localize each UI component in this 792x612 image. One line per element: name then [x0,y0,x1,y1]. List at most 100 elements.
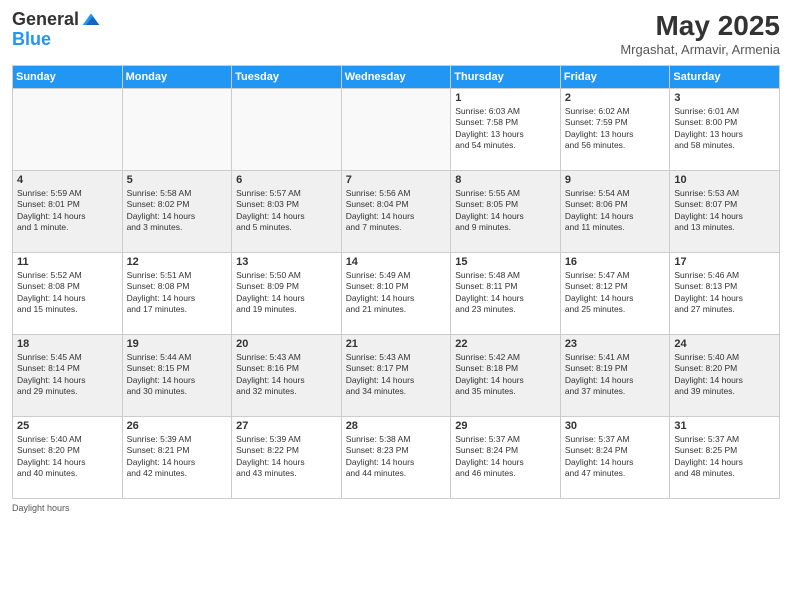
day-number: 25 [17,420,118,432]
day-info: Sunrise: 5:44 AMSunset: 8:15 PMDaylight:… [127,352,228,398]
day-number: 11 [17,256,118,268]
table-row: 14Sunrise: 5:49 AMSunset: 8:10 PMDayligh… [341,253,451,335]
table-row: 26 Sunrise: 5:39 AMSunset: 8:21 PMDayligh… [122,417,232,499]
table-row: 5Sunrise: 5:58 AMSunset: 8:02 PMDaylight… [122,171,232,253]
table-row: 17 Sunrise: 5:46 AMSunset: 8:13 PMDayligh… [670,253,780,335]
day-info: Sunrise: 6:03 AMSunset: 7:58 PMDaylight:… [455,106,556,152]
day-number: 12 [127,256,228,268]
table-row: 20 Sunrise: 5:43 AMSunset: 8:16 PMDayligh… [232,335,342,417]
day-info: Sunrise: 5:43 AMSunset: 8:16 PMDaylight:… [236,352,337,398]
day-number: 21 [346,338,447,350]
day-number: 19 [127,338,228,350]
table-row: 19 Sunrise: 5:44 AMSunset: 8:15 PMDayligh… [122,335,232,417]
day-info: Sunrise: 5:45 AMSunset: 8:14 PMDaylight:… [17,352,118,398]
table-row [122,89,232,171]
table-row: 1Sunrise: 6:03 AMSunset: 7:58 PMDaylight… [451,89,561,171]
footer: Daylight hours [12,503,780,513]
day-info: Sunrise: 5:38 AMSunset: 8:23 PMDaylight:… [346,434,447,480]
header-friday: Friday [560,66,670,89]
table-row: 28 Sunrise: 5:38 AMSunset: 8:23 PMDayligh… [341,417,451,499]
day-info: Sunrise: 5:55 AMSunset: 8:05 PMDaylight:… [455,188,556,234]
header-wednesday: Wednesday [341,66,451,89]
calendar-table: Sunday Monday Tuesday Wednesday Thursday… [12,65,780,499]
table-row: 25 Sunrise: 5:40 AMSunset: 8:20 PMDayligh… [13,417,123,499]
day-number: 20 [236,338,337,350]
day-number: 10 [674,174,775,186]
days-header-row: Sunday Monday Tuesday Wednesday Thursday… [13,66,780,89]
day-info: Sunrise: 5:40 AMSunset: 8:20 PMDaylight:… [17,434,118,480]
table-row: 3 Sunrise: 6:01 AMSunset: 8:00 PMDaylight… [670,89,780,171]
header-tuesday: Tuesday [232,66,342,89]
day-number: 13 [236,256,337,268]
day-number: 26 [127,420,228,432]
header-thursday: Thursday [451,66,561,89]
calendar-week-row: 1Sunrise: 6:03 AMSunset: 7:58 PMDaylight… [13,89,780,171]
day-info: Sunrise: 5:37 AMSunset: 8:24 PMDaylight:… [455,434,556,480]
day-number: 5 [127,174,228,186]
day-info: Sunrise: 5:47 AMSunset: 8:12 PMDaylight:… [565,270,666,316]
day-info: Sunrise: 5:42 AMSunset: 8:18 PMDaylight:… [455,352,556,398]
day-info: Sunrise: 5:37 AMSunset: 8:24 PMDaylight:… [565,434,666,480]
table-row: 30Sunrise: 5:37 AMSunset: 8:24 PMDayligh… [560,417,670,499]
day-info: Sunrise: 5:51 AMSunset: 8:08 PMDaylight:… [127,270,228,316]
table-row: 27 Sunrise: 5:39 AMSunset: 8:22 PMDayligh… [232,417,342,499]
location-subtitle: Mrgashat, Armavir, Armenia [620,42,780,57]
day-number: 18 [17,338,118,350]
day-number: 6 [236,174,337,186]
day-number: 15 [455,256,556,268]
calendar-week-row: 4Sunrise: 5:59 AMSunset: 8:01 PMDaylight… [13,171,780,253]
table-row: 21Sunrise: 5:43 AMSunset: 8:17 PMDayligh… [341,335,451,417]
day-info: Sunrise: 6:02 AMSunset: 7:59 PMDaylight:… [565,106,666,152]
day-info: Sunrise: 5:46 AMSunset: 8:13 PMDaylight:… [674,270,775,316]
logo-general-text: General [12,10,79,30]
calendar-week-row: 25 Sunrise: 5:40 AMSunset: 8:20 PMDayligh… [13,417,780,499]
day-number: 28 [346,420,447,432]
day-info: Sunrise: 5:37 AMSunset: 8:25 PMDaylight:… [674,434,775,480]
logo: General Blue [12,10,101,50]
table-row: 16Sunrise: 5:47 AMSunset: 8:12 PMDayligh… [560,253,670,335]
day-info: Sunrise: 5:39 AMSunset: 8:21 PMDaylight:… [127,434,228,480]
day-number: 27 [236,420,337,432]
header: General Blue May 2025 Mrgashat, Armavir,… [12,10,780,57]
title-block: May 2025 Mrgashat, Armavir, Armenia [620,10,780,57]
table-row: 24 Sunrise: 5:40 AMSunset: 8:20 PMDayligh… [670,335,780,417]
page-container: General Blue May 2025 Mrgashat, Armavir,… [0,0,792,521]
table-row: 8Sunrise: 5:55 AMSunset: 8:05 PMDaylight… [451,171,561,253]
month-year-title: May 2025 [620,10,780,42]
table-row: 23 Sunrise: 5:41 AMSunset: 8:19 PMDayligh… [560,335,670,417]
table-row: 18 Sunrise: 5:45 AMSunset: 8:14 PMDayligh… [13,335,123,417]
table-row [341,89,451,171]
day-number: 29 [455,420,556,432]
day-number: 3 [674,92,775,104]
day-number: 4 [17,174,118,186]
daylight-label: Daylight hours [12,503,70,513]
day-number: 31 [674,420,775,432]
table-row: 15Sunrise: 5:48 AMSunset: 8:11 PMDayligh… [451,253,561,335]
day-info: Sunrise: 5:56 AMSunset: 8:04 PMDaylight:… [346,188,447,234]
day-info: Sunrise: 5:50 AMSunset: 8:09 PMDaylight:… [236,270,337,316]
table-row: 13 Sunrise: 5:50 AMSunset: 8:09 PMDayligh… [232,253,342,335]
day-info: Sunrise: 5:41 AMSunset: 8:19 PMDaylight:… [565,352,666,398]
day-number: 7 [346,174,447,186]
day-info: Sunrise: 5:39 AMSunset: 8:22 PMDaylight:… [236,434,337,480]
day-info: Sunrise: 5:40 AMSunset: 8:20 PMDaylight:… [674,352,775,398]
day-number: 17 [674,256,775,268]
day-info: Sunrise: 5:49 AMSunset: 8:10 PMDaylight:… [346,270,447,316]
header-monday: Monday [122,66,232,89]
day-info: Sunrise: 5:52 AMSunset: 8:08 PMDaylight:… [17,270,118,316]
table-row: 9Sunrise: 5:54 AMSunset: 8:06 PMDaylight… [560,171,670,253]
day-number: 23 [565,338,666,350]
header-saturday: Saturday [670,66,780,89]
table-row: 29 Sunrise: 5:37 AMSunset: 8:24 PMDayligh… [451,417,561,499]
day-number: 24 [674,338,775,350]
table-row [232,89,342,171]
table-row: 11 Sunrise: 5:52 AMSunset: 8:08 PMDayligh… [13,253,123,335]
calendar-week-row: 11 Sunrise: 5:52 AMSunset: 8:08 PMDayligh… [13,253,780,335]
header-sunday: Sunday [13,66,123,89]
day-number: 9 [565,174,666,186]
day-info: Sunrise: 6:01 AMSunset: 8:00 PMDaylight:… [674,106,775,152]
table-row: 10Sunrise: 5:53 AMSunset: 8:07 PMDayligh… [670,171,780,253]
table-row: 2Sunrise: 6:02 AMSunset: 7:59 PMDaylight… [560,89,670,171]
table-row [13,89,123,171]
table-row: 12 Sunrise: 5:51 AMSunset: 8:08 PMDayligh… [122,253,232,335]
